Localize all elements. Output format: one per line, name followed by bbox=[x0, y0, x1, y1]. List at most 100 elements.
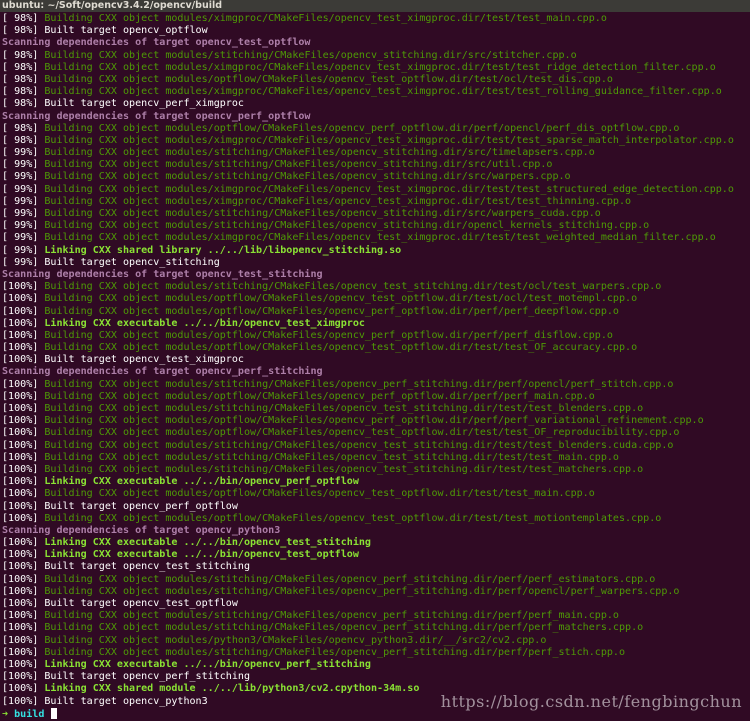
terminal-line: [ 98%] Building CXX object modules/ximgp… bbox=[2, 13, 750, 25]
terminal-line: Scanning dependencies of target opencv_t… bbox=[2, 37, 750, 49]
terminal-line: [ 98%] Building CXX object modules/optfl… bbox=[2, 123, 750, 135]
terminal-line: [100%] Built target opencv_test_stitchin… bbox=[2, 561, 750, 573]
progress-percent: [100%] bbox=[2, 658, 45, 670]
line-text: Building CXX object modules/optflow/CMak… bbox=[44, 427, 680, 439]
window-title: ubuntu: ~/Soft/opencv3.4.2/opencv/build bbox=[2, 0, 223, 11]
terminal-line: [100%] Linking CXX executable ../../bin/… bbox=[2, 659, 750, 671]
line-text: Building CXX object modules/stitching/CM… bbox=[44, 171, 571, 183]
progress-percent: [100%] bbox=[2, 500, 45, 512]
progress-percent: [100%] bbox=[2, 342, 45, 354]
progress-percent: [ 99%] bbox=[2, 171, 45, 183]
progress-percent: [100%] bbox=[2, 622, 45, 634]
terminal-line: [100%] Building CXX object modules/stitc… bbox=[2, 647, 750, 659]
line-text: Building CXX object modules/stitching/CM… bbox=[44, 646, 626, 658]
line-text: Building CXX object modules/optflow/CMak… bbox=[44, 390, 595, 402]
progress-percent: [100%] bbox=[2, 439, 45, 451]
line-text: Built target opencv_optflow bbox=[44, 25, 208, 37]
progress-percent: [ 98%] bbox=[2, 25, 45, 37]
line-text: Building CXX object modules/stitching/CM… bbox=[44, 403, 644, 414]
progress-percent: [100%] bbox=[2, 488, 45, 500]
terminal-line: [ 99%] Built target opencv_stitching bbox=[2, 257, 750, 269]
progress-percent: [100%] bbox=[2, 634, 45, 646]
progress-percent: [ 99%] bbox=[2, 183, 45, 195]
progress-percent: [ 99%] bbox=[2, 208, 45, 219]
progress-percent: [100%] bbox=[2, 610, 45, 622]
progress-percent: [100%] bbox=[2, 415, 45, 427]
line-text: Building CXX object modules/ximgproc/CMa… bbox=[44, 195, 632, 207]
progress-percent: [ 99%] bbox=[2, 159, 45, 171]
terminal-output[interactable]: [ 98%] Building CXX object modules/ximgp… bbox=[0, 12, 750, 720]
line-text: Building CXX object modules/stitching/CM… bbox=[44, 439, 674, 451]
progress-percent: [100%] bbox=[2, 646, 45, 658]
terminal-line: [ 98%] Building CXX object modules/ximgp… bbox=[2, 135, 750, 147]
line-text: Building CXX object modules/optflow/CMak… bbox=[44, 305, 619, 317]
terminal-line: [100%] Building CXX object modules/optfl… bbox=[2, 342, 750, 354]
line-text: Built target opencv_perf_optflow bbox=[44, 500, 238, 512]
terminal-line: [100%] Building CXX object modules/stitc… bbox=[2, 610, 750, 622]
terminal-line: [100%] Linking CXX executable ../../bin/… bbox=[2, 537, 750, 549]
line-text: Building CXX object modules/ximgproc/CMa… bbox=[44, 183, 734, 195]
progress-percent: [ 98%] bbox=[2, 134, 45, 146]
terminal-line: [100%] Building CXX object modules/optfl… bbox=[2, 293, 750, 305]
terminal-line: Scanning dependencies of target opencv_t… bbox=[2, 269, 750, 281]
line-text: Scanning dependencies of target opencv_t… bbox=[2, 37, 311, 49]
terminal-line: [100%] Building CXX object modules/optfl… bbox=[2, 488, 750, 500]
line-text: Linking CXX executable ../../bin/opencv_… bbox=[44, 317, 365, 329]
line-text: Building CXX object modules/stitching/CM… bbox=[44, 451, 619, 463]
terminal-window: ubuntu: ~/Soft/opencv3.4.2/opencv/build … bbox=[0, 0, 750, 721]
prompt-directory: build bbox=[14, 708, 45, 720]
line-text: Building CXX object modules/optflow/CMak… bbox=[44, 73, 613, 85]
window-titlebar[interactable]: ubuntu: ~/Soft/opencv3.4.2/opencv/build bbox=[0, 0, 750, 12]
line-text: Building CXX object modules/stitching/CM… bbox=[44, 147, 595, 159]
line-text: Building CXX object modules/optflow/CMak… bbox=[44, 488, 595, 500]
terminal-line: [100%] Linking CXX executable ../../bin/… bbox=[2, 318, 750, 330]
progress-percent: [100%] bbox=[2, 537, 45, 549]
terminal-line: Scanning dependencies of target opencv_p… bbox=[2, 111, 750, 123]
progress-percent: [ 99%] bbox=[2, 232, 45, 244]
line-text: Linking CXX executable ../../bin/opencv_… bbox=[44, 476, 359, 488]
line-text: Building CXX object modules/stitching/CM… bbox=[44, 208, 601, 219]
progress-percent: [ 98%] bbox=[2, 86, 45, 98]
terminal-line: [100%] Building CXX object modules/stitc… bbox=[2, 452, 750, 464]
progress-percent: [100%] bbox=[2, 695, 45, 707]
line-text: Building CXX object modules/ximgproc/CMa… bbox=[44, 232, 716, 244]
progress-percent: [ 99%] bbox=[2, 244, 45, 256]
terminal-line: [100%] Building CXX object modules/optfl… bbox=[2, 306, 750, 318]
terminal-line: [100%] Building CXX object modules/optfl… bbox=[2, 330, 750, 342]
terminal-line: [100%] Built target opencv_test_optflow bbox=[2, 598, 750, 610]
progress-percent: [ 99%] bbox=[2, 147, 45, 159]
terminal-line: [100%] Building CXX object modules/pytho… bbox=[2, 635, 750, 647]
terminal-line: [ 98%] Building CXX object modules/stitc… bbox=[2, 50, 750, 62]
line-text: Built target opencv_test_stitching bbox=[44, 561, 251, 573]
progress-percent: [100%] bbox=[2, 598, 45, 609]
progress-percent: [100%] bbox=[2, 585, 45, 597]
terminal-line: [100%] Building CXX object modules/stitc… bbox=[2, 622, 750, 634]
progress-percent: [100%] bbox=[2, 403, 45, 414]
progress-percent: [100%] bbox=[2, 561, 45, 573]
progress-percent: [100%] bbox=[2, 378, 45, 390]
terminal-line: [100%] Building CXX object modules/stitc… bbox=[2, 379, 750, 391]
line-text: Scanning dependencies of target opencv_t… bbox=[2, 268, 323, 280]
progress-percent: [100%] bbox=[2, 451, 45, 463]
progress-percent: [100%] bbox=[2, 671, 45, 683]
progress-percent: [100%] bbox=[2, 305, 45, 317]
terminal-line: [ 99%] Building CXX object modules/stitc… bbox=[2, 208, 750, 220]
terminal-line: [100%] Building CXX object modules/optfl… bbox=[2, 427, 750, 439]
line-text: Linking CXX shared library ../../lib/lib… bbox=[44, 244, 402, 256]
progress-percent: [ 99%] bbox=[2, 220, 45, 232]
line-text: Building CXX object modules/stitching/CM… bbox=[44, 159, 553, 171]
progress-percent: [ 98%] bbox=[2, 61, 45, 73]
progress-percent: [ 99%] bbox=[2, 256, 45, 268]
line-text: Built target opencv_test_optflow bbox=[44, 598, 238, 609]
progress-percent: [100%] bbox=[2, 549, 45, 561]
terminal-line: [100%] Built target opencv_perf_stitchin… bbox=[2, 671, 750, 683]
line-text: Built target opencv_test_ximgproc bbox=[44, 354, 244, 366]
progress-percent: [100%] bbox=[2, 293, 45, 305]
text-cursor[interactable] bbox=[51, 707, 58, 719]
line-text: Building CXX object modules/optflow/CMak… bbox=[44, 329, 613, 341]
line-text: Built target opencv_perf_ximgproc bbox=[44, 98, 244, 110]
prompt-arrow-icon: ➜ bbox=[2, 708, 9, 720]
progress-percent: [100%] bbox=[2, 281, 45, 293]
line-text: Building CXX object modules/stitching/CM… bbox=[44, 610, 619, 622]
progress-percent: [100%] bbox=[2, 512, 45, 524]
